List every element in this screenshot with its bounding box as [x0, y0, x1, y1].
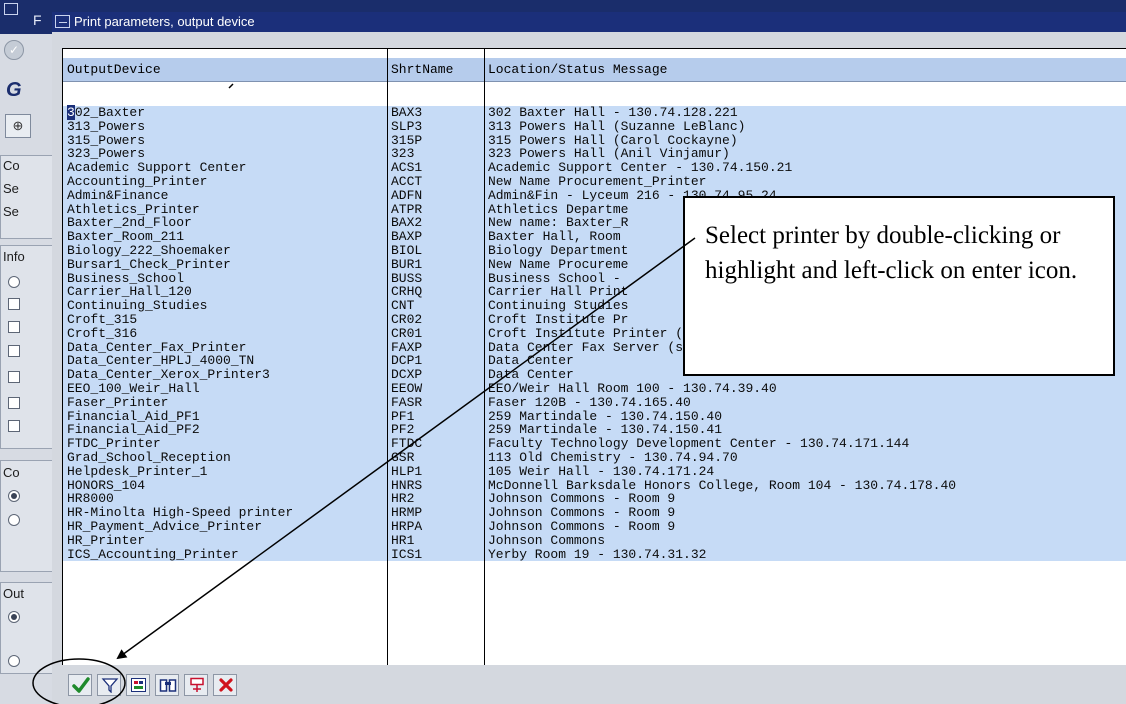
annotation-arrow	[116, 237, 696, 660]
annotation-overlay	[32, 83, 696, 704]
annotation-circle	[32, 658, 126, 704]
annotation-mark	[228, 83, 234, 89]
